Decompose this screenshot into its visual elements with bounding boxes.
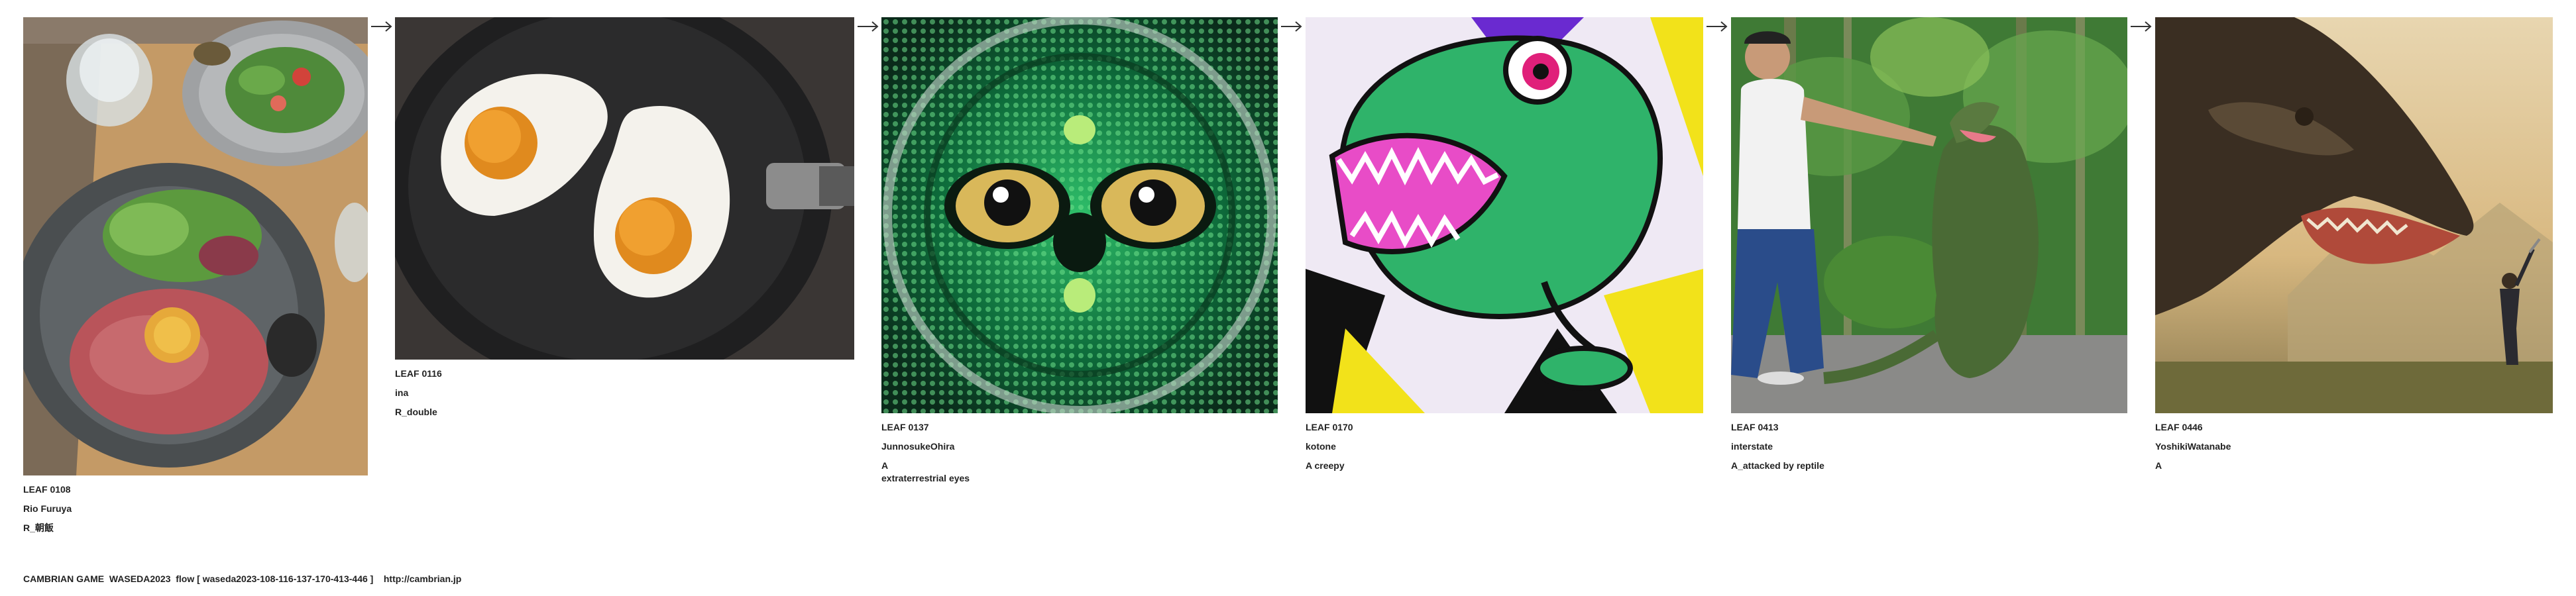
- right-arrow-icon: [1280, 20, 1304, 33]
- leaf-id: LEAF 0413: [1731, 422, 1779, 432]
- leaf-card-0413[interactable]: LEAF 0413 interstate A_attacked by repti…: [1731, 17, 2127, 472]
- leaf-card-0116[interactable]: LEAF 0116 ina R_double: [395, 17, 854, 419]
- leaf-image[interactable]: [23, 17, 368, 475]
- leaf-image[interactable]: [1306, 17, 1703, 413]
- leaf-id: LEAF 0137: [881, 422, 929, 432]
- leaf-title: A_attacked by reptile: [1731, 460, 1824, 471]
- leaf-id: LEAF 0116: [395, 368, 442, 379]
- leaf-image[interactable]: [881, 17, 1278, 413]
- leaf-author[interactable]: interstate: [1731, 440, 2127, 453]
- leaf-title: R_double: [395, 407, 437, 417]
- leaf-card-0446[interactable]: LEAF 0446 YoshikiWatanabe A: [2155, 17, 2553, 472]
- leaf-card-0137[interactable]: LEAF 0137 JunnosukeOhira A extraterrestr…: [881, 17, 1278, 485]
- leaf-title: A: [2155, 460, 2162, 471]
- leaf-flow: LEAF 0108 Rio Furuya R_朝飯 LEAF 0116 ina …: [0, 0, 2576, 596]
- right-arrow-icon: [856, 20, 880, 33]
- leaf-author[interactable]: ina: [395, 387, 854, 399]
- leaf-id: LEAF 0108: [23, 484, 71, 495]
- leaf-image[interactable]: [2155, 17, 2553, 413]
- leaf-image[interactable]: [395, 17, 854, 360]
- leaf-author[interactable]: Rio Furuya: [23, 503, 368, 515]
- leaf-id: LEAF 0170: [1306, 422, 1353, 432]
- leaf-title: R_朝飯: [23, 522, 54, 533]
- leaf-title: A extraterrestrial eyes: [881, 460, 970, 483]
- right-arrow-icon: [370, 20, 394, 33]
- leaf-card-0108[interactable]: LEAF 0108 Rio Furuya R_朝飯: [23, 17, 368, 534]
- leaf-image[interactable]: [1731, 17, 2127, 413]
- leaf-author[interactable]: kotone: [1306, 440, 1703, 453]
- leaf-title: A creepy: [1306, 460, 1345, 471]
- right-arrow-icon: [2129, 20, 2153, 33]
- leaf-card-0170[interactable]: LEAF 0170 kotone A creepy: [1306, 17, 1703, 472]
- right-arrow-icon: [1705, 20, 1729, 33]
- leaf-id: LEAF 0446: [2155, 422, 2203, 432]
- footer-credit[interactable]: CAMBRIAN GAME WASEDA2023 flow [ waseda20…: [23, 573, 461, 584]
- leaf-author[interactable]: JunnosukeOhira: [881, 440, 1278, 453]
- leaf-author[interactable]: YoshikiWatanabe: [2155, 440, 2553, 453]
